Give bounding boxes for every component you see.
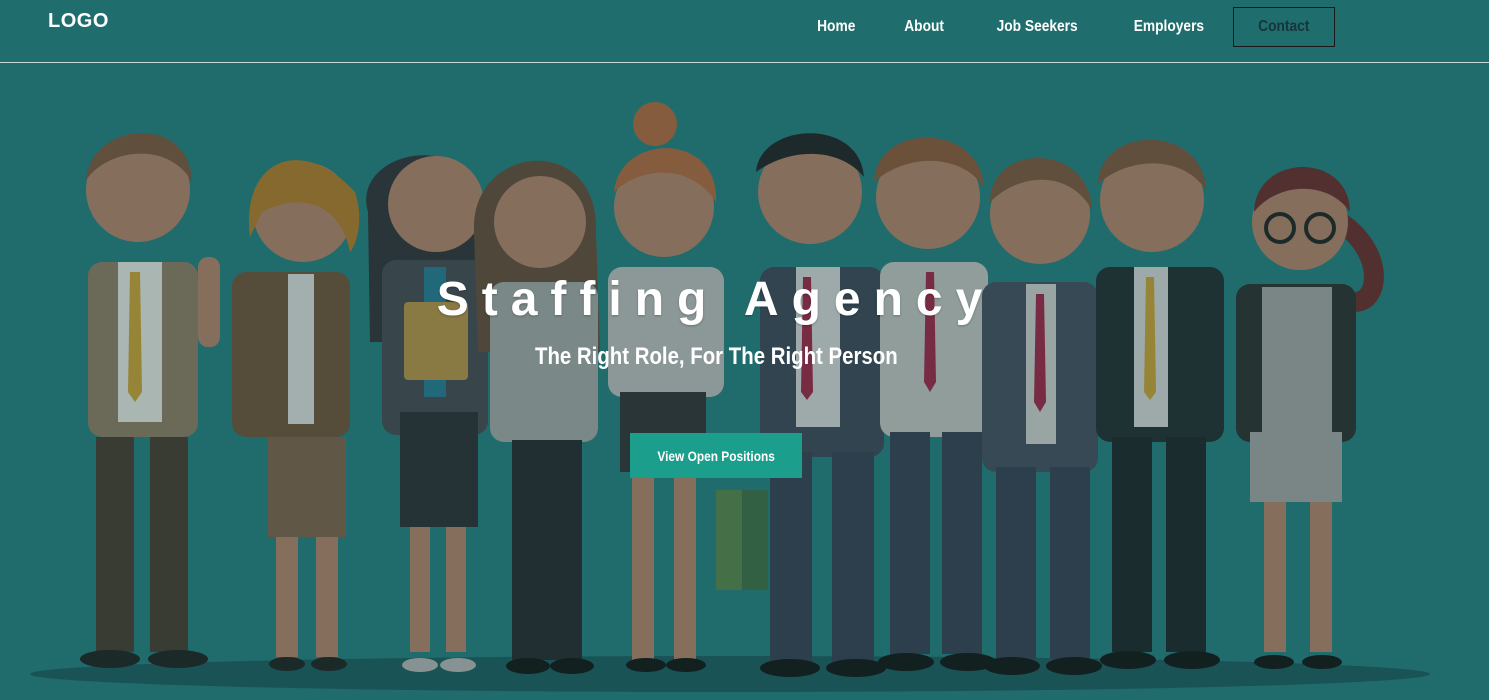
people-illustration xyxy=(0,62,1489,700)
contact-button-label: Contact xyxy=(1258,18,1310,35)
main-nav: Home About Job Seekers Employers Contact xyxy=(814,7,1335,47)
nav-home[interactable]: Home xyxy=(817,7,855,47)
nav-job-seekers[interactable]: Job Seekers xyxy=(997,7,1078,47)
contact-button[interactable]: Contact xyxy=(1233,7,1335,47)
logo[interactable]: LOGO xyxy=(48,10,109,33)
nav-about[interactable]: About xyxy=(904,7,944,47)
view-open-positions-button[interactable]: View Open Positions xyxy=(630,433,802,478)
view-open-positions-label: View Open Positions xyxy=(657,447,775,464)
top-navigation-bar: LOGO Home About Job Seekers Employers Co… xyxy=(0,0,1489,63)
page: LOGO Home About Job Seekers Employers Co… xyxy=(0,0,1489,700)
nav-employers[interactable]: Employers xyxy=(1133,7,1203,47)
